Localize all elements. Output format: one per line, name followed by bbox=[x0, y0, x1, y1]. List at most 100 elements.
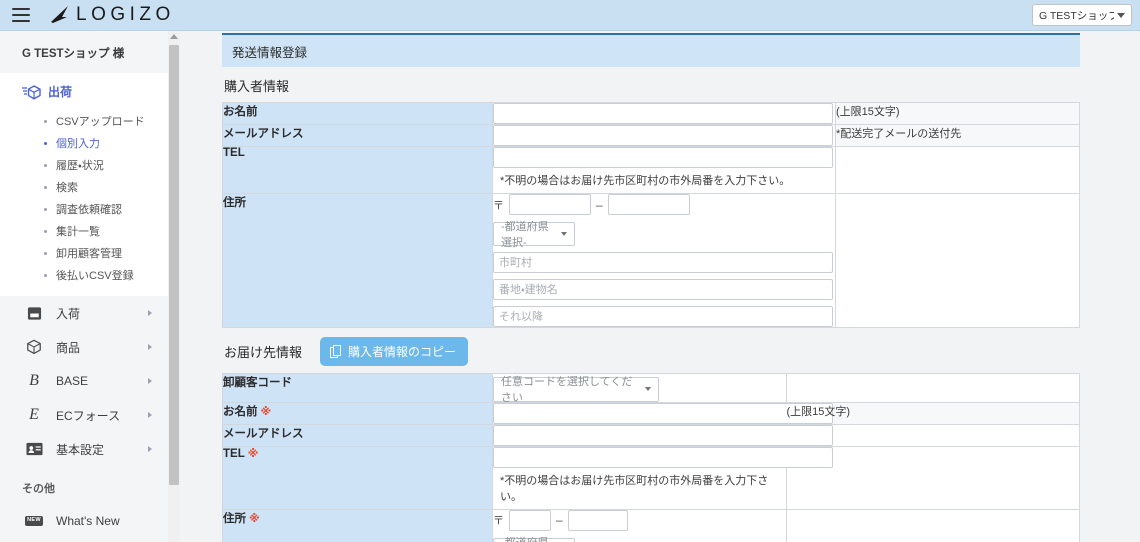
sidebar-submenu-shipping: CSVアップロード 個別入力 履歴・状況 検索 調査依頼確認 集計一覧 卸用顧客… bbox=[0, 110, 168, 286]
scroll-up-arrow-icon[interactable] bbox=[170, 34, 178, 39]
chevron-right-icon bbox=[148, 412, 152, 418]
buyer-name-cell bbox=[492, 102, 836, 125]
sidebar-item-manual[interactable]: マニュアル bbox=[0, 538, 168, 542]
shipping-registration-form: 発送情報登録 購入者情報 お名前 (上限15文字) メールアドレス *配送完了メ… bbox=[222, 31, 1080, 542]
top-header-bar: LOGIZO G TESTショップ bbox=[0, 0, 1140, 31]
sidebar-subitem-deferred-csv[interactable]: 後払いCSV登録 bbox=[0, 264, 168, 286]
sidebar-group-shipping: 出荷 CSVアップロード 個別入力 履歴・状況 検索 調査依頼確認 集計一覧 卸… bbox=[0, 73, 168, 296]
sidebar-subitem-wholesale-customer[interactable]: 卸用顧客管理 bbox=[0, 242, 168, 264]
hamburger-icon[interactable] bbox=[12, 8, 30, 22]
buyer-name-input[interactable] bbox=[493, 103, 833, 124]
sidebar-subitem-search[interactable]: 検索 bbox=[0, 176, 168, 198]
brand-logo: LOGIZO bbox=[48, 4, 175, 26]
sidebar-item-label: 入荷 bbox=[56, 306, 81, 321]
buyer-email-input[interactable] bbox=[493, 125, 833, 146]
sidebar-item-label: ECフォース bbox=[56, 408, 121, 423]
sidebar-subitem-label: 履歴・状況 bbox=[56, 160, 104, 172]
sidebar-item-shipping[interactable]: 出荷 bbox=[0, 77, 168, 106]
sidebar-subitem-label: 卸用顧客管理 bbox=[56, 248, 122, 260]
buyer-tel-hint: *不明の場合はお届け先市区町村の市外局番を入力下さい。 bbox=[493, 168, 835, 193]
chevron-down-icon bbox=[561, 232, 567, 236]
main-content-area: 発送情報登録 購入者情報 お名前 (上限15文字) メールアドレス *配送完了メ… bbox=[180, 31, 1140, 542]
ship-code-note-empty bbox=[785, 373, 1080, 403]
id-card-icon bbox=[24, 440, 44, 458]
ship-zip1-input[interactable] bbox=[509, 509, 551, 531]
buyer-city-input[interactable] bbox=[493, 252, 833, 273]
buyer-street-input[interactable] bbox=[493, 279, 833, 300]
sidebar-item-products[interactable]: 商品 bbox=[0, 330, 168, 364]
buyer-zip2-input[interactable] bbox=[607, 194, 690, 215]
sidebar-item-label: 基本設定 bbox=[56, 442, 105, 457]
ship-name-label-text: お名前 bbox=[223, 405, 258, 418]
buyer-tel-label: TEL bbox=[222, 146, 493, 194]
chevron-right-icon bbox=[148, 378, 152, 384]
buyer-rest-input[interactable] bbox=[493, 306, 833, 327]
bullet-icon bbox=[44, 141, 47, 145]
shipping-box-icon bbox=[22, 84, 41, 100]
copy-buyer-info-label: 購入者情報のコピー bbox=[348, 345, 457, 359]
bullet-icon bbox=[44, 273, 47, 277]
shop-selector-dropdown[interactable]: G TESTショップ bbox=[1032, 4, 1132, 26]
sidebar-account-name: G TESTショップ 様 bbox=[22, 48, 125, 60]
ship-address-note-empty bbox=[785, 508, 1080, 542]
sidebar-subitem-label: 調査依頼確認 bbox=[56, 204, 122, 216]
ship-customer-code-select[interactable]: 任意コードを選択してください bbox=[493, 376, 659, 404]
table-row: 住所※ 〒 – -都道府県選択- bbox=[222, 508, 1080, 542]
buyer-name-label: お名前 bbox=[222, 102, 493, 125]
letter-e-icon: E bbox=[29, 406, 39, 423]
buyer-address-label: 住所 bbox=[222, 193, 493, 328]
buyer-prefecture-select[interactable]: -都道府県選択- bbox=[493, 221, 575, 249]
sidebar-subitem-label: 集計一覧 bbox=[56, 226, 100, 238]
buyer-prefecture-value: -都道府県選択- bbox=[501, 221, 549, 249]
table-row: お名前 (上限15文字) bbox=[222, 102, 1080, 125]
zip-dash: – bbox=[556, 513, 563, 527]
ship-name-label: お名前 ※ bbox=[222, 401, 493, 425]
sidebar-item-base[interactable]: B BASE bbox=[0, 364, 168, 398]
chevron-right-icon bbox=[148, 446, 152, 452]
ship-email-input[interactable] bbox=[493, 424, 833, 446]
bullet-icon bbox=[44, 229, 47, 233]
sidebar-navigation: G TESTショップ 様 出荷 CSVアップロード 個別入力 履歴・状況 検索 … bbox=[0, 31, 168, 542]
sidebar-item-shipping-label: 出荷 bbox=[48, 85, 73, 99]
ship-prefecture-select[interactable]: -都道府県選択- bbox=[493, 537, 575, 542]
sidebar-subitem-label: 後払いCSV登録 bbox=[56, 270, 134, 282]
sidebar-scrollbar[interactable] bbox=[168, 31, 180, 542]
ship-name-input[interactable] bbox=[493, 402, 833, 424]
sidebar-subitem-aggregation-list[interactable]: 集計一覧 bbox=[0, 220, 168, 242]
ship-tel-input[interactable] bbox=[493, 446, 833, 468]
shipping-section-heading: お届け先情報 購入者情報のコピー bbox=[222, 328, 1080, 373]
buyer-info-table: お名前 (上限15文字) メールアドレス *配送完了メールの送付先 TEL *不… bbox=[222, 102, 1080, 328]
table-row: お名前 ※ (上限15文字) bbox=[222, 401, 1080, 425]
buyer-tel-note-empty bbox=[835, 146, 1080, 194]
buyer-tel-input[interactable] bbox=[493, 147, 833, 168]
sidebar-item-inbound[interactable]: 入荷 bbox=[0, 296, 168, 330]
sidebar-subitem-label: 検索 bbox=[56, 182, 78, 194]
buyer-email-cell bbox=[492, 124, 836, 147]
ship-tel-hint: *不明の場合はお届け先市区町村の市外局番を入力下さい。 bbox=[493, 467, 786, 509]
table-row: メールアドレス *配送完了メールの送付先 bbox=[222, 124, 1080, 147]
ship-name-cell bbox=[492, 401, 833, 425]
sidebar-item-ecforce[interactable]: E ECフォース bbox=[0, 398, 168, 432]
sidebar-scrollbar-thumb[interactable] bbox=[169, 45, 179, 485]
sidebar-subitem-history-status[interactable]: 履歴・状況 bbox=[0, 154, 168, 176]
buyer-name-note: (上限15文字) bbox=[835, 102, 1080, 125]
sidebar-item-whats-new[interactable]: NEW What's New bbox=[0, 504, 168, 538]
sidebar-item-basic-settings[interactable]: 基本設定 bbox=[0, 432, 168, 466]
copy-buyer-info-button[interactable]: 購入者情報のコピー bbox=[320, 337, 469, 366]
buyer-zip1-input[interactable] bbox=[509, 194, 591, 215]
shop-selector-value: G TESTショップ bbox=[1039, 9, 1114, 22]
ship-zip-row: 〒 – bbox=[493, 509, 786, 531]
sidebar-subitem-individual-input[interactable]: 個別入力 bbox=[0, 132, 168, 154]
ship-tel-label-text: TEL bbox=[223, 447, 245, 460]
sidebar-subitem-csv-upload[interactable]: CSVアップロード bbox=[0, 110, 168, 132]
sidebar-subitem-investigation-request[interactable]: 調査依頼確認 bbox=[0, 198, 168, 220]
new-badge-icon: NEW bbox=[24, 512, 44, 530]
zip-dash: – bbox=[596, 197, 603, 212]
required-mark: ※ bbox=[247, 447, 259, 460]
required-mark: ※ bbox=[249, 512, 260, 525]
table-row: 卸顧客コード 任意コードを選択してください bbox=[222, 373, 1080, 404]
ship-address-label-text: 住所 bbox=[223, 512, 246, 525]
chevron-down-icon bbox=[1117, 12, 1125, 18]
ship-code-cell: 任意コードを選択してください bbox=[492, 373, 787, 404]
ship-zip2-input[interactable] bbox=[567, 509, 628, 531]
